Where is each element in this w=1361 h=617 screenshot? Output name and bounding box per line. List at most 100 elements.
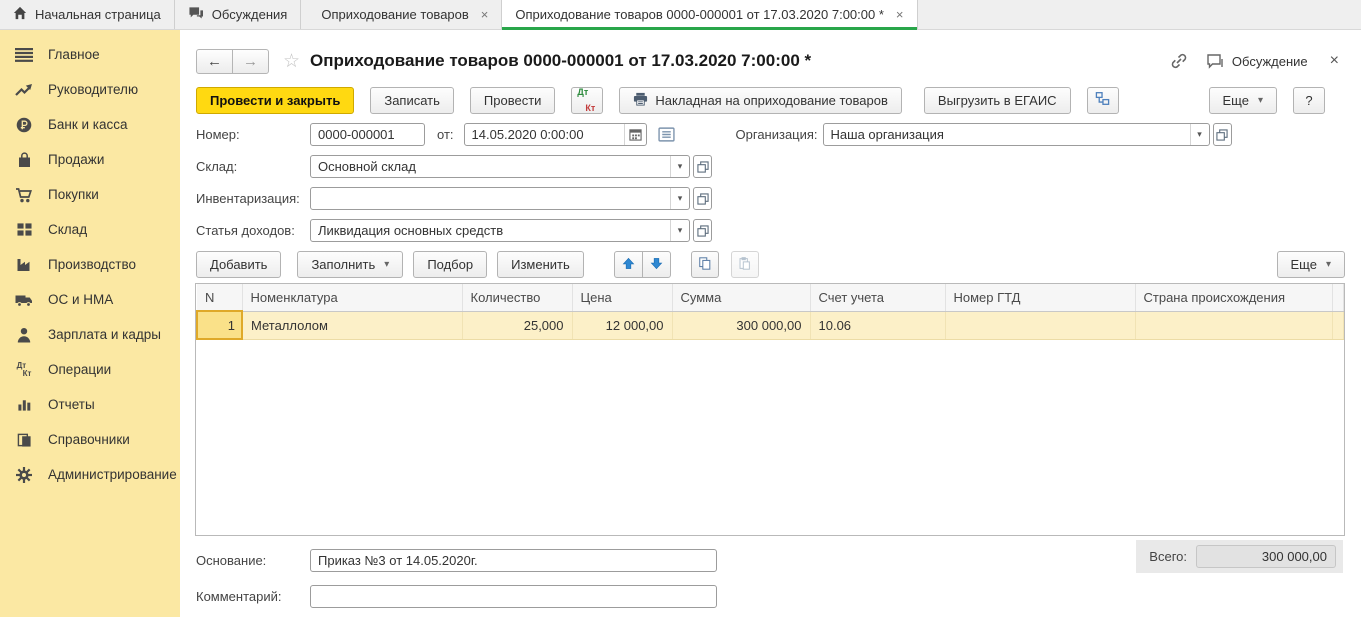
organization-open-button[interactable] [1213,123,1232,146]
related-documents-button[interactable] [1087,87,1119,114]
sidebar-item-reports[interactable]: Отчеты [0,387,180,422]
move-row-down-button[interactable] [642,251,671,278]
cell-row-number[interactable]: 1 [197,311,242,339]
person-icon [14,327,34,343]
fill-button[interactable]: Заполнить▾ [297,251,403,278]
sidebar-item-directories[interactable]: Справочники [0,422,180,457]
column-header-account: Счет учета [810,284,945,311]
post-button[interactable]: Провести [470,87,556,114]
print-invoice-button[interactable]: Накладная на оприходование товаров [619,87,901,114]
sidebar-item-production[interactable]: Производство [0,247,180,282]
sidebar-item-label: Справочники [48,432,130,447]
chevron-down-icon[interactable]: ▾ [1190,124,1209,145]
basis-field[interactable]: Приказ №3 от 14.05.2020г. [310,549,717,572]
copy-rows-button[interactable] [691,251,719,278]
column-header-price: Цена [572,284,672,311]
forward-button[interactable]: → [232,49,269,74]
chevron-down-icon[interactable]: ▾ [670,188,689,209]
debit-credit-register-button[interactable]: ДтКт [571,87,603,114]
form-row-income-item: Статья доходов: Ликвидация основных сред… [196,219,1345,242]
sidebar-item-label: Операции [48,362,111,377]
arrow-down-icon [650,257,663,273]
sidebar-item-administration[interactable]: Администрирование [0,457,180,492]
document-list-icon[interactable] [658,127,675,142]
sidebar-item-fixed-assets[interactable]: ОС и НМА [0,282,180,317]
save-button[interactable]: Записать [370,87,454,114]
income-item-open-button[interactable] [693,219,712,242]
inventory-open-button[interactable] [693,187,712,210]
sidebar-item-label: Администрирование [48,467,177,482]
warehouse-open-button[interactable] [693,155,712,178]
sidebar-item-label: Производство [48,257,136,272]
chevron-down-icon: ▾ [1258,95,1263,106]
sidebar-item-main[interactable]: Главное [0,37,180,72]
sidebar-item-manager[interactable]: Руководителю [0,72,180,107]
paste-icon [738,256,751,274]
number-label: Номер: [196,127,310,142]
cell-gtd[interactable] [945,311,1135,339]
back-button[interactable]: ← [196,49,233,74]
paste-rows-button[interactable] [731,251,759,278]
sidebar-item-sales[interactable]: Продажи [0,142,180,177]
sidebar-item-warehouse[interactable]: Склад [0,212,180,247]
organization-combobox[interactable]: Наша организация ▾ [823,123,1210,146]
link-icon[interactable] [1170,52,1188,70]
cell-sum[interactable]: 300 000,00 [672,311,810,339]
tab-home[interactable]: Начальная страница [0,0,175,29]
chevron-down-icon[interactable]: ▾ [670,156,689,177]
comment-field[interactable] [310,585,717,608]
favorite-star-icon[interactable]: ☆ [283,50,300,73]
number-field[interactable]: 0000-000001 [310,123,425,146]
date-field[interactable]: 14.05.2020 0:00:00 [464,123,647,146]
cell-nomenclature[interactable]: Металлолом [242,311,462,339]
tab-goods-posting-list[interactable]: Оприходование товаров × [308,0,502,29]
move-row-up-button[interactable] [614,251,643,278]
sidebar-item-operations[interactable]: ДтКт Операции [0,352,180,387]
close-tab-icon[interactable]: × [481,7,489,22]
sidebar-item-purchases[interactable]: Покупки [0,177,180,212]
cell-filler [1332,311,1344,339]
chevron-down-icon[interactable]: ▾ [670,220,689,241]
sidebar-item-label: ОС и НМА [48,292,113,307]
chevron-down-icon: ▾ [1326,259,1331,270]
edit-button[interactable]: Изменить [497,251,584,278]
sidebar-item-payroll-hr[interactable]: Зарплата и кадры [0,317,180,352]
discussion-icon[interactable] [1206,53,1224,69]
document-header: ← → ☆ Оприходование товаров 0000-000001 … [196,46,1345,76]
gear-icon [14,467,34,483]
sidebar-item-bank-cash[interactable]: Банк и касса [0,107,180,142]
tab-discussions[interactable]: Обсуждения [175,0,302,29]
basis-label: Основание: [196,553,310,568]
sidebar-item-label: Главное [48,47,100,62]
cell-quantity[interactable]: 25,000 [462,311,572,339]
structure-icon [1095,91,1110,109]
close-document-icon[interactable]: × [1330,52,1339,70]
close-tab-icon[interactable]: × [896,7,904,22]
items-more-button[interactable]: Еще▾ [1277,251,1345,278]
warehouse-combobox[interactable]: Основной склад ▾ [310,155,690,178]
help-button[interactable]: ? [1293,87,1325,114]
table-row[interactable]: 1 Металлолом 25,000 12 000,00 300 000,00… [197,311,1344,339]
post-and-close-button[interactable]: Провести и закрыть [196,87,354,114]
discussion-link[interactable]: Обсуждение [1232,54,1308,69]
inventory-label: Инвентаризация: [196,191,310,206]
calendar-icon[interactable] [624,124,646,145]
home-icon [13,6,27,23]
more-button[interactable]: Еще▾ [1209,87,1277,114]
tab-goods-posting-document[interactable]: Оприходование товаров 0000-000001 от 17.… [502,0,917,29]
pick-button[interactable]: Подбор [413,251,487,278]
cell-price[interactable]: 12 000,00 [572,311,672,339]
tab-label: Оприходование товаров [321,7,468,22]
form-row-comment: Комментарий: [196,585,1345,608]
command-toolbar: Провести и закрыть Записать Провести ДтК… [196,86,1345,114]
window-tab-bar: Начальная страница Обсуждения Оприходова… [0,0,1361,30]
egais-upload-button[interactable]: Выгрузить в ЕГАИС [924,87,1071,114]
add-row-button[interactable]: Добавить [196,251,281,278]
items-table: N Номенклатура Количество Цена Сумма Сче… [195,283,1345,536]
cell-country[interactable] [1135,311,1332,339]
chat-icon [188,6,204,23]
cell-account[interactable]: 10.06 [810,311,945,339]
income-item-combobox[interactable]: Ликвидация основных средств ▾ [310,219,690,242]
organization-label: Организация: [736,127,823,142]
inventory-combobox[interactable]: ▾ [310,187,690,210]
